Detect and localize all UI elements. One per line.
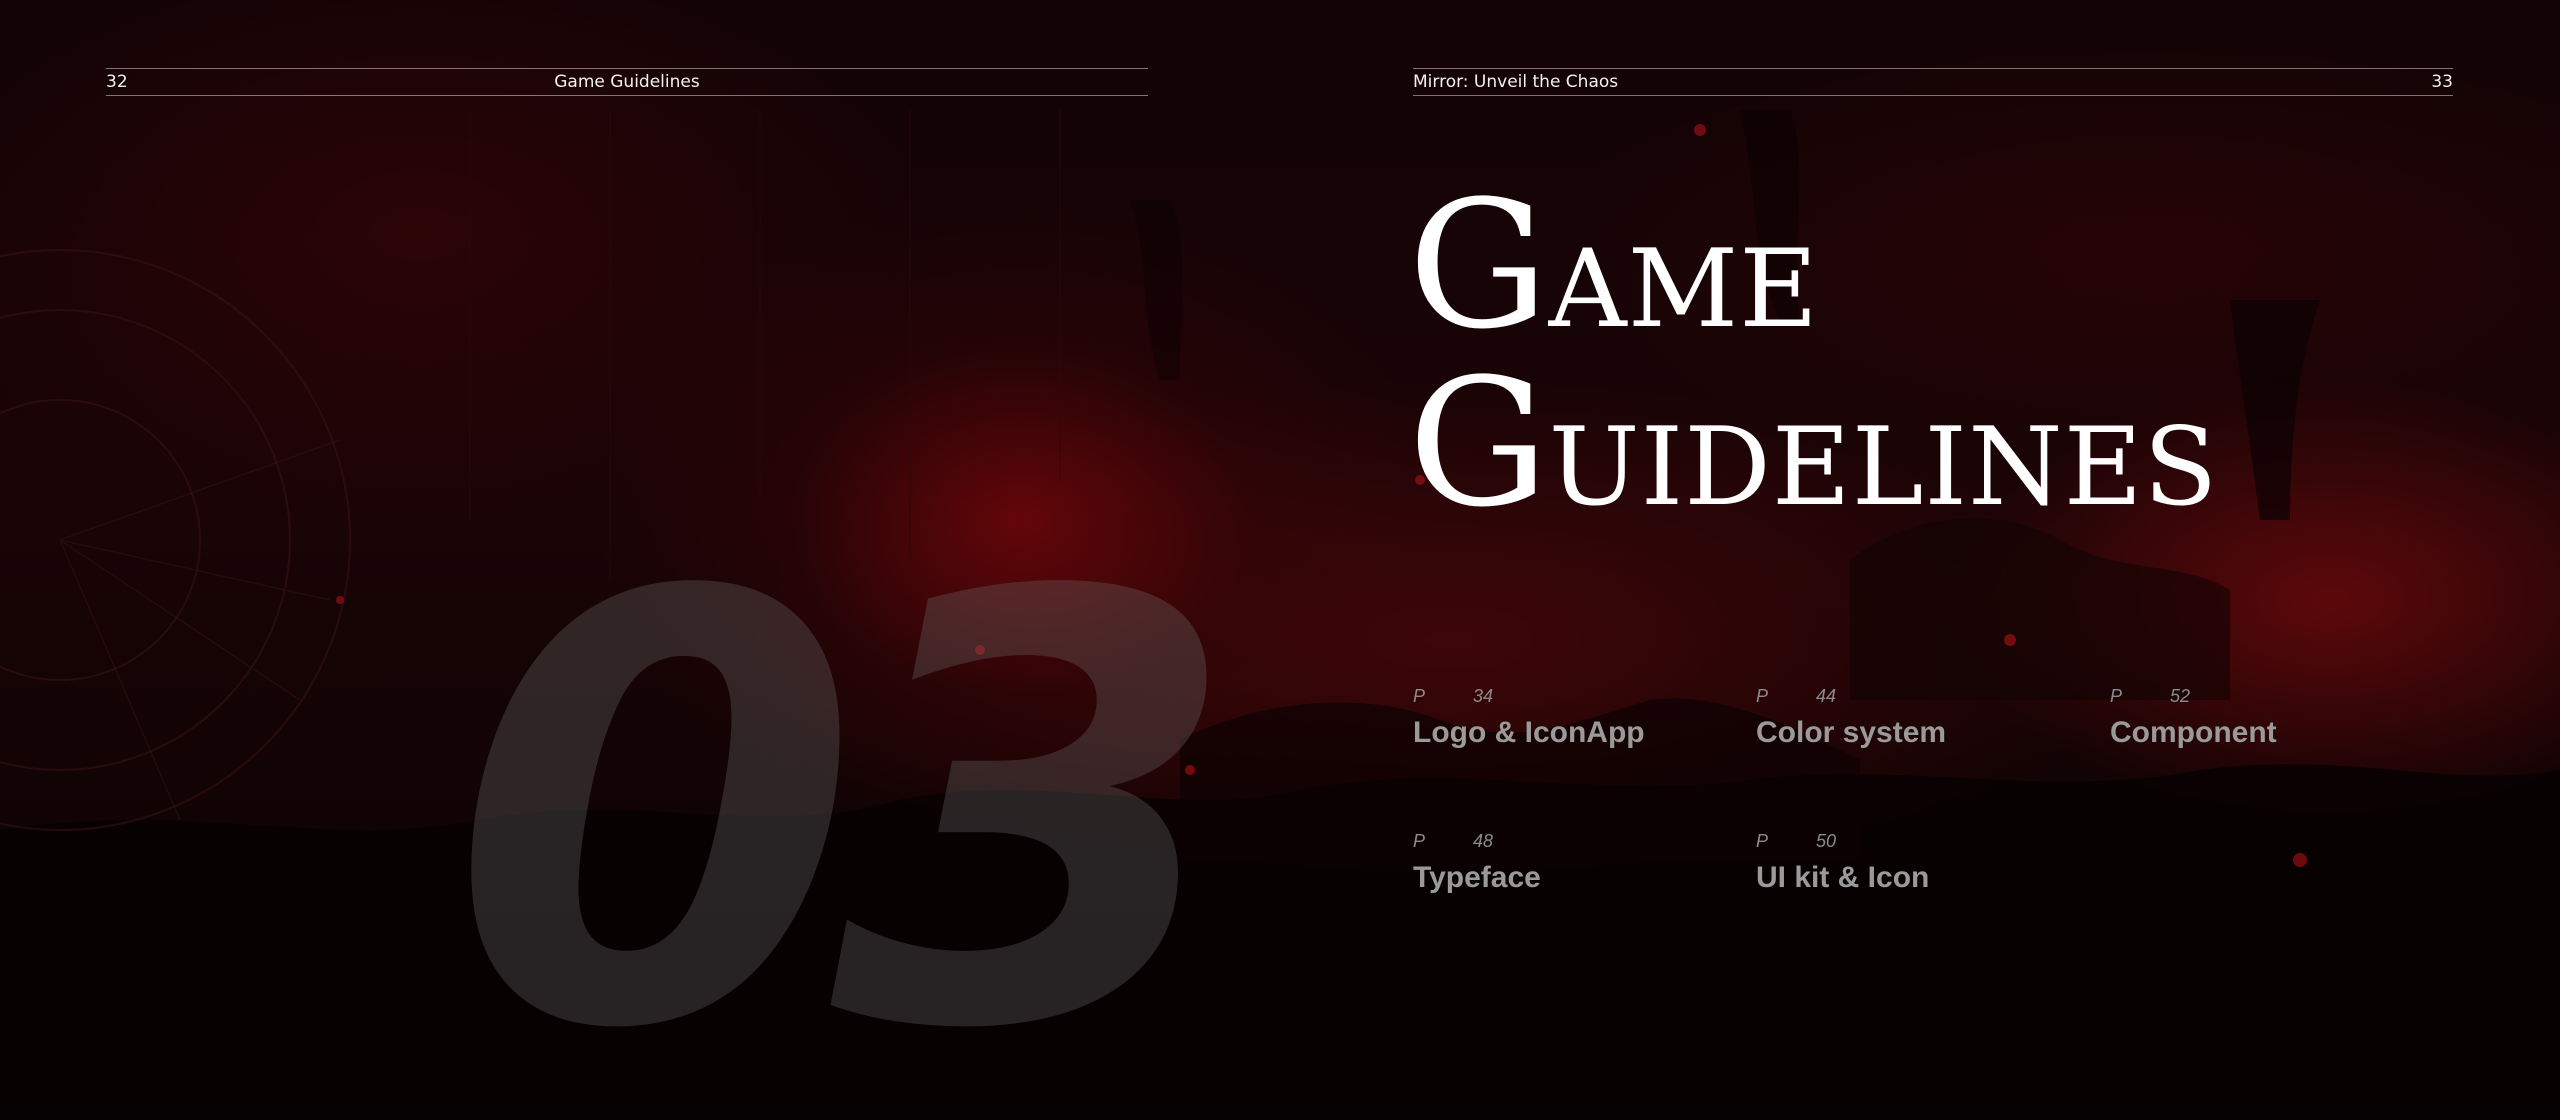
toc-label: Logo & IconApp: [1413, 716, 1645, 749]
toc-page-prefix: P: [1756, 831, 1769, 851]
toc-page-prefix: P: [1756, 686, 1769, 706]
section-title-line-1: GAME: [1408, 178, 2218, 356]
toc-label: Component: [2110, 716, 2277, 749]
toc-item-component[interactable]: P 52 Component: [2110, 686, 2277, 750]
toc-page-number: 44: [1816, 686, 1837, 706]
toc-item-logo[interactable]: P 34 Logo & IconApp: [1413, 686, 1645, 750]
toc-page-prefix: P: [2110, 686, 2123, 706]
toc-item-typeface[interactable]: P 48 Typeface: [1413, 831, 1541, 895]
chapter-number: 03: [450, 471, 1241, 1120]
page-number-right: 33: [2431, 72, 2453, 92]
toc-page-number: 50: [1816, 831, 1837, 851]
background-artwork: [0, 110, 2560, 1120]
running-title-right: Mirror: Unveil the Chaos: [1413, 72, 1619, 92]
book-spread: 32 Game Guidelines Mirror: Unveil the Ch…: [0, 0, 2560, 1120]
toc-page-ref: P 52: [2110, 686, 2277, 708]
toc-page-ref: P 48: [1413, 831, 1541, 853]
toc-page-prefix: P: [1413, 831, 1426, 851]
toc-item-ui-kit[interactable]: P 50 UI kit & Icon: [1756, 831, 1929, 895]
toc-label: UI kit & Icon: [1756, 861, 1930, 894]
toc-label: Color system: [1756, 716, 1947, 749]
section-title: GAME GUIDELINES: [1408, 178, 2218, 534]
toc-page-prefix: P: [1413, 686, 1426, 706]
running-title-left: Game Guidelines: [554, 72, 700, 92]
toc-page-ref: P 44: [1756, 686, 1946, 708]
title-line-1-rest: AME: [1548, 227, 1820, 352]
toc-label: Typeface: [1413, 861, 1541, 894]
toc-item-color-system[interactable]: P 44 Color system: [1756, 686, 1946, 750]
title-line-1-cap: G: [1408, 163, 1549, 368]
toc-page-number: 48: [1473, 831, 1494, 851]
toc-page-number: 34: [1473, 686, 1494, 706]
title-line-2-rest: UIDELINES: [1548, 405, 2219, 530]
title-line-2-cap: G: [1408, 341, 1549, 546]
toc-page-ref: P 34: [1413, 686, 1645, 708]
toc-page-ref: P 50: [1756, 831, 1929, 853]
toc-page-number: 52: [2170, 686, 2191, 706]
section-title-line-2: GUIDELINES: [1408, 356, 2218, 534]
running-head-left: 32 Game Guidelines: [106, 68, 1148, 96]
running-head-right: Mirror: Unveil the Chaos 33: [1413, 68, 2453, 96]
